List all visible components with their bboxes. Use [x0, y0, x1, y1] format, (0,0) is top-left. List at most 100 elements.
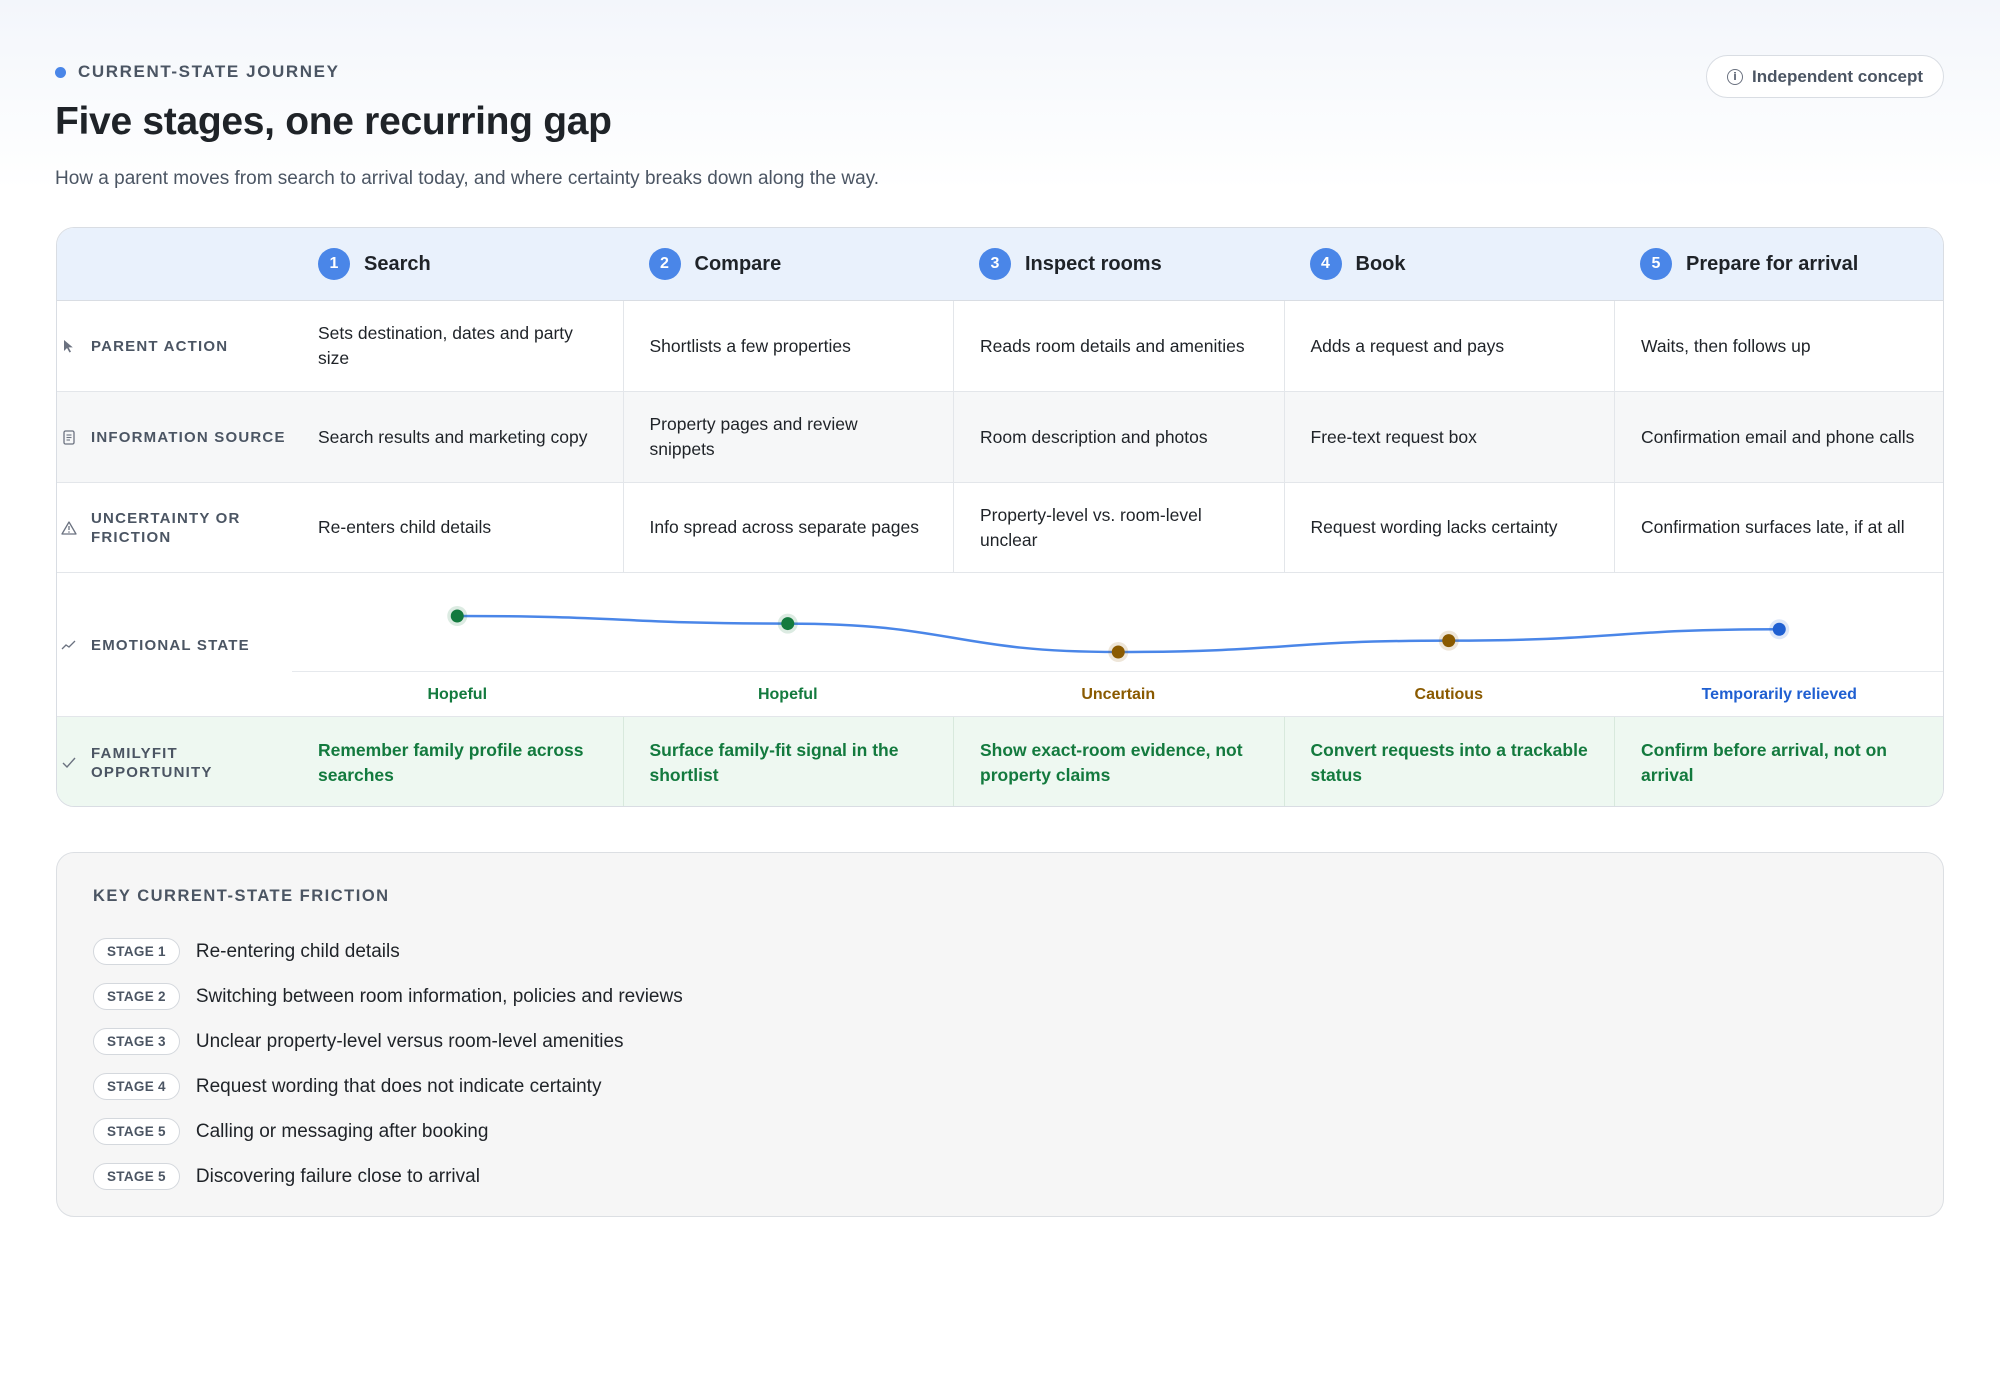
table-cell: Adds a request and pays [1283, 301, 1615, 391]
badge-label: Independent concept [1752, 66, 1923, 86]
cell-text: Adds a request and pays [1310, 335, 1505, 356]
table-cell: Surface family-fit signal in the shortli… [622, 717, 954, 806]
list-item: STAGE 2 Switching between room informati… [93, 974, 683, 1019]
opportunity-text: Confirm before arrival, not on arrival [1641, 739, 1887, 785]
page-title: Five stages, one recurring gap [55, 100, 612, 143]
table-cell: Confirmation surfaces late, if at all [1614, 483, 1943, 572]
opportunity-text: Show exact-room evidence, not property c… [980, 739, 1243, 785]
cell-text: Sets destination, dates and party size [318, 323, 573, 368]
friction-panel: KEY CURRENT-STATE FRICTION STAGE 1 Re-en… [56, 852, 1944, 1217]
friction-text: Re-entering child details [195, 940, 400, 962]
table-cell: Waits, then follows up [1614, 301, 1943, 391]
opportunity-text: Remember family profile across searches [318, 739, 584, 785]
cell-text: Room description and photos [980, 426, 1208, 447]
cell-text: Confirmation surfaces late, if at all [1641, 517, 1905, 537]
stage-pill: STAGE 5 [93, 1118, 180, 1145]
warning-icon [61, 520, 77, 536]
friction-text: Calling or messaging after booking [195, 1120, 489, 1142]
check-icon [61, 755, 77, 771]
stage-header-5: 5 Prepare for arrival [1614, 228, 1943, 300]
list-item: STAGE 5 Discovering failure close to arr… [93, 1154, 683, 1199]
table-cell: Confirmation email and phone calls [1614, 392, 1943, 482]
emotion-label: Cautious [1414, 686, 1483, 703]
cell-text: Shortlists a few properties [649, 335, 851, 356]
emotion-point [1111, 645, 1125, 659]
friction-text: Request wording that does not indicate c… [195, 1075, 602, 1097]
table-cell: Remember family profile across searches [292, 717, 623, 806]
cell-text: Confirmation email and phone calls [1641, 426, 1915, 447]
stage-name: Prepare for arrival [1686, 252, 1859, 275]
friction-list: STAGE 1 Re-entering child details STAGE … [93, 929, 683, 1199]
stage-pill: STAGE 2 [93, 983, 180, 1010]
cursor-icon [61, 338, 77, 354]
journey-map: 1 Search 2 Compare 3 Inspect rooms 4 Boo… [56, 227, 1944, 807]
opportunity-text: Convert requests into a trackable status [1310, 739, 1588, 785]
row-label: FAMILYFIT OPPORTUNITY [91, 744, 213, 781]
header-label-spacer [57, 228, 292, 300]
row-header: INFORMATION SOURCE [57, 392, 292, 482]
cell-text: Reads room details and amenities [980, 335, 1245, 356]
emotion-point [1442, 634, 1456, 648]
table-cell: Sets destination, dates and party size [292, 301, 623, 391]
table-cell: Shortlists a few properties [622, 301, 954, 391]
table-cell: Show exact-room evidence, not property c… [953, 717, 1284, 806]
cell-text: Info spread across separate pages [649, 517, 919, 537]
stage-header-4: 4 Book [1284, 228, 1615, 300]
stage-number-badge: 1 [318, 248, 350, 280]
row-header: EMOTIONAL STATE [57, 573, 292, 717]
stage-header-2: 2 Compare [623, 228, 954, 300]
stage-pill: STAGE 4 [93, 1073, 180, 1100]
list-item: STAGE 3 Unclear property-level versus ro… [93, 1019, 683, 1064]
friction-text: Unclear property-level versus room-level… [195, 1030, 624, 1052]
table-cell: Re-enters child details [292, 483, 623, 572]
opportunity-row: FAMILYFIT OPPORTUNITY Remember family pr… [57, 717, 1943, 806]
emotion-point [1772, 622, 1786, 636]
stage-number-badge: 3 [979, 248, 1011, 280]
eyebrow-label: CURRENT-STATE JOURNEY [78, 62, 340, 81]
table-cell: Request wording lacks certainty [1283, 483, 1615, 572]
cell-text: Property pages and review snippets [649, 414, 858, 459]
uncertainty-row: UNCERTAINTY OR FRICTION Re-enters child … [57, 483, 1943, 573]
information-source-row: INFORMATION SOURCE Search results and ma… [57, 392, 1943, 483]
row-header: FAMILYFIT OPPORTUNITY [57, 717, 292, 806]
cell-text: Property-level vs. room-level unclear [980, 504, 1202, 550]
cell-text: Re-enters child details [318, 517, 492, 537]
emotion-label: Hopeful [757, 686, 818, 703]
table-cell: Search results and marketing copy [292, 392, 623, 482]
emotion-label: Uncertain [1081, 686, 1156, 703]
table-cell: Confirm before arrival, not on arrival [1614, 717, 1943, 806]
emotion-labels: Hopeful Hopeful Uncertain Cautious Temporari… [292, 672, 1943, 717]
table-cell: Info spread across separate pages [622, 483, 954, 572]
document-icon [61, 429, 77, 445]
friction-text: Switching between room information, poli… [195, 985, 683, 1007]
cell-text: Waits, then follows up [1641, 335, 1811, 356]
parent-action-row: PARENT ACTION Sets destination, dates an… [57, 301, 1943, 392]
emotion-label: Temporarily relieved [1701, 686, 1857, 703]
emotion-point [781, 617, 795, 631]
table-cell: Free-text request box [1283, 392, 1615, 482]
friction-title: KEY CURRENT-STATE FRICTION [93, 887, 390, 905]
page-subtitle: How a parent moves from search to arriva… [55, 168, 880, 189]
stage-name: Book [1355, 252, 1406, 275]
emotion-point [450, 609, 464, 623]
row-header: UNCERTAINTY OR FRICTION [57, 483, 292, 572]
row-label: EMOTIONAL STATE [91, 636, 250, 654]
stage-name: Compare [694, 252, 782, 275]
table-cell: Reads room details and amenities [953, 301, 1284, 391]
table-cell: Property pages and review snippets [622, 392, 954, 482]
cell-text: Search results and marketing copy [318, 426, 588, 447]
row-label: UNCERTAINTY OR FRICTION [91, 509, 241, 546]
stage-number-badge: 4 [1309, 248, 1342, 280]
stage-pill: STAGE 3 [93, 1028, 180, 1055]
stage-name: Inspect rooms [1025, 252, 1162, 275]
stage-pill: STAGE 1 [93, 938, 180, 965]
stage-name: Search [364, 252, 431, 275]
stage-header-3: 3 Inspect rooms [953, 228, 1284, 300]
independent-concept-badge[interactable]: i Independent concept [1706, 55, 1944, 98]
list-item: STAGE 1 Re-entering child details [93, 929, 683, 974]
stage-header-row: 1 Search 2 Compare 3 Inspect rooms 4 Boo… [57, 228, 1943, 301]
list-item: STAGE 5 Calling or messaging after booki… [93, 1109, 683, 1154]
stage-pill: STAGE 5 [93, 1163, 180, 1190]
cell-text: Free-text request box [1310, 426, 1477, 447]
list-item: STAGE 4 Request wording that does not in… [93, 1064, 683, 1109]
